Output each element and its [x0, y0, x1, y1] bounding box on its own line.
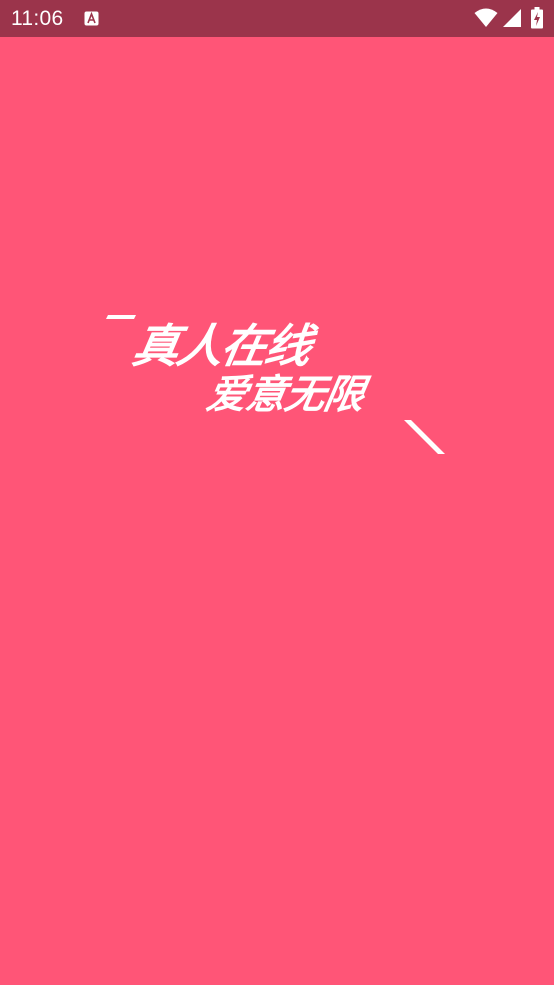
wifi-icon [474, 8, 498, 27]
battery-charging-icon [531, 7, 543, 29]
status-time: 11:06 [11, 7, 64, 30]
cell-signal-icon [503, 9, 521, 27]
splash-screen: 真人在线 爱意无限 [0, 37, 554, 985]
slogan-line2: 爱意无限 [203, 372, 368, 418]
status-bar: 11:06 [0, 0, 554, 37]
slogan-logo: 真人在线 爱意无限 [104, 310, 454, 460]
a-letter-icon [84, 11, 99, 26]
